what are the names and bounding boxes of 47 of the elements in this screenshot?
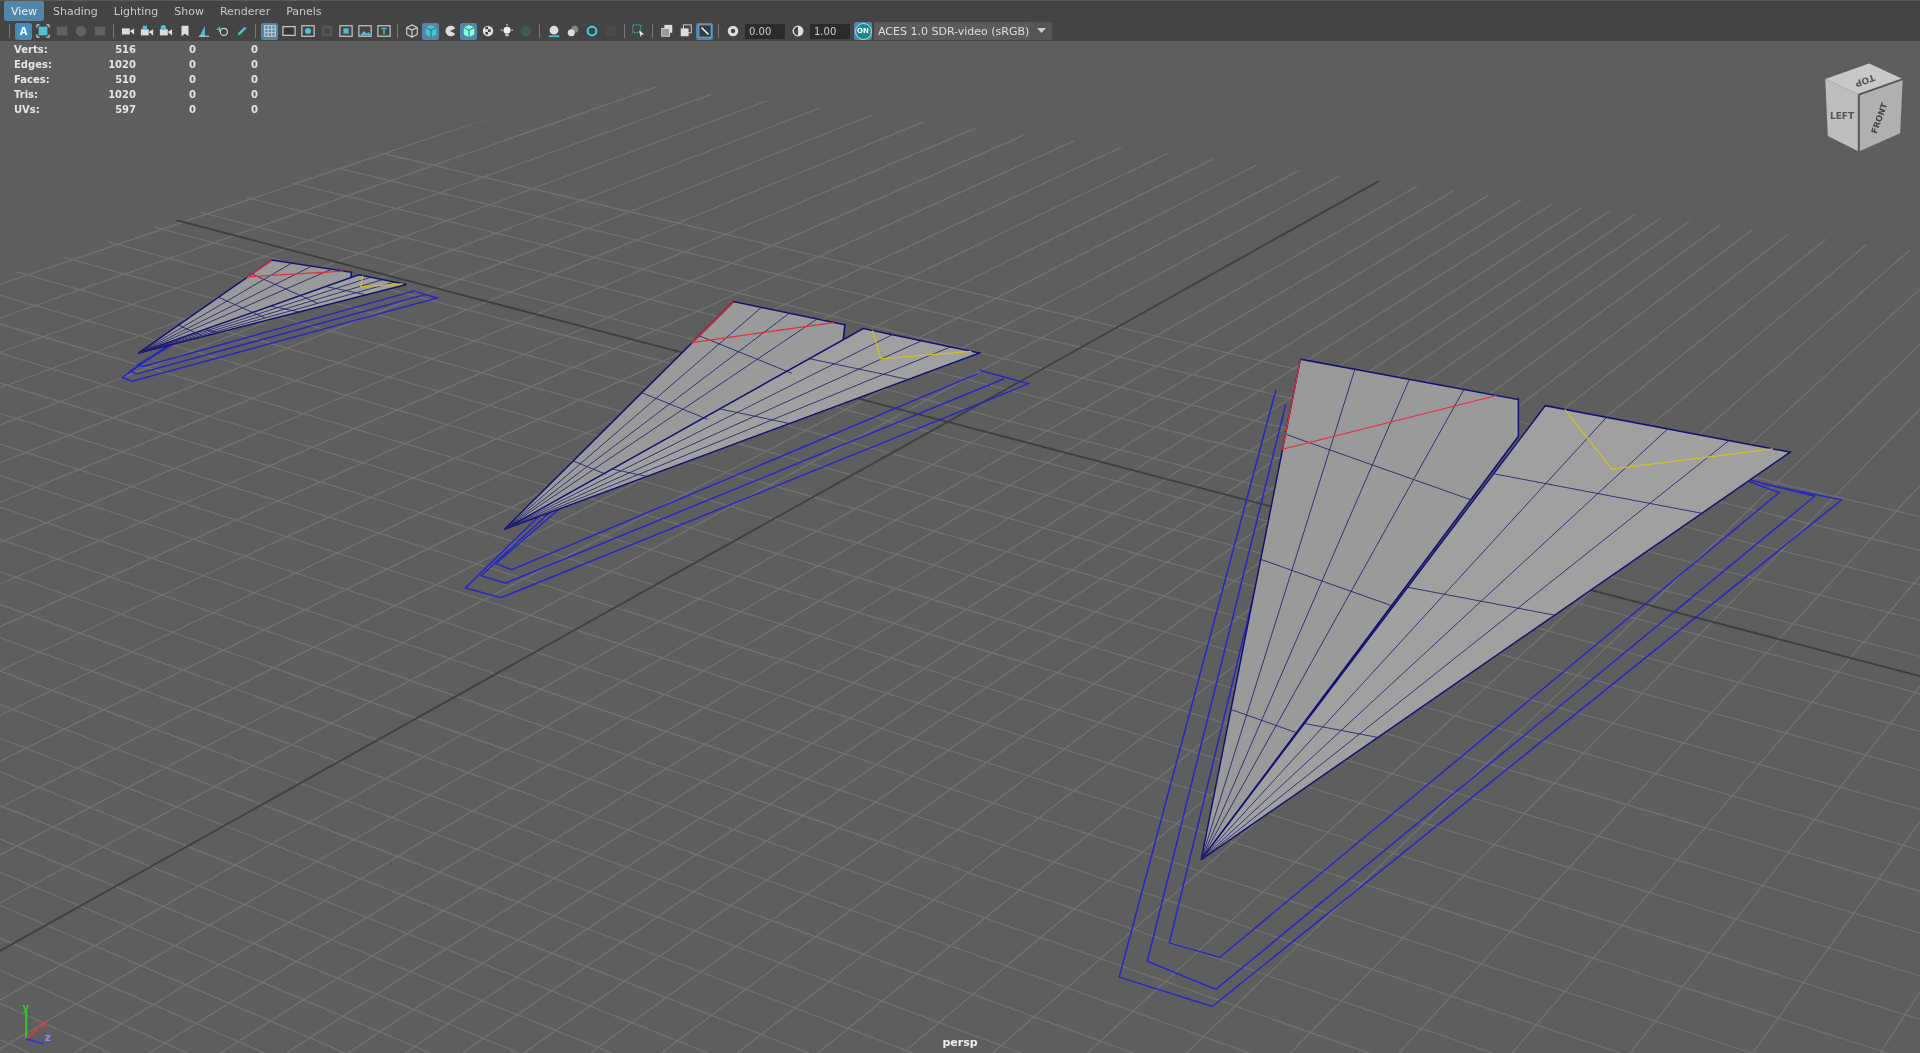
camera-label: persp — [942, 1036, 978, 1049]
stat-value: 0 — [250, 59, 258, 70]
stat-label: Tris: — [14, 89, 40, 100]
menu-item[interactable]: Shading — [46, 1, 105, 21]
toolbar-button[interactable]: A — [15, 22, 32, 40]
axis-label: y — [22, 1001, 29, 1013]
stat-label: Edges: — [14, 59, 53, 70]
stat-value: 516 — [114, 44, 136, 55]
cube-icon[interactable] — [460, 22, 477, 40]
menu-item[interactable]: View — [4, 1, 45, 21]
menu-item[interactable]: Show — [167, 1, 211, 21]
overlapping-squares-icon[interactable] — [658, 22, 675, 40]
wireframe-cube-icon[interactable] — [403, 22, 420, 40]
field-chart-icon[interactable] — [337, 22, 354, 40]
stat-value: 0 — [250, 74, 258, 85]
exposure-field[interactable]: 0.00 — [745, 23, 785, 39]
stat-value: 1020 — [107, 59, 136, 70]
menu-item[interactable]: Renderer — [212, 1, 278, 21]
cube-face-label[interactable]: LEFT — [1829, 111, 1855, 122]
stat-value: 0 — [250, 44, 258, 55]
menu-item[interactable]: Panels — [279, 1, 329, 21]
stat-value: 0 — [250, 89, 258, 100]
frame-icon[interactable] — [375, 22, 392, 40]
grid-icon[interactable] — [261, 22, 278, 40]
stat-value: 0 — [188, 59, 196, 70]
stat-value: 0 — [188, 89, 196, 100]
frame-icon[interactable] — [34, 22, 51, 40]
stat-label: Faces: — [14, 74, 51, 85]
stat-label: Verts: — [14, 44, 49, 55]
stat-value: 510 — [114, 74, 136, 85]
stat-value: 0 — [250, 104, 258, 115]
menu-item[interactable]: Lighting — [106, 1, 166, 21]
stat-value: 597 — [114, 104, 136, 115]
stat-label: UVs: — [14, 104, 41, 115]
axis-label: x — [39, 1018, 46, 1030]
cube-icon[interactable] — [422, 22, 439, 40]
stat-value: 0 — [188, 74, 196, 85]
stat-value: 1020 — [107, 89, 136, 100]
stat-value: 0 — [188, 44, 196, 55]
color-space-dropdown[interactable]: ACES 1.0 SDR-video (sRGB) — [874, 22, 1052, 40]
image-icon[interactable] — [356, 22, 373, 40]
caret-icon — [1036, 28, 1046, 34]
circle-gate-icon[interactable] — [299, 22, 316, 40]
axis-label: z — [44, 1031, 51, 1045]
gamma-field[interactable]: 1.00 — [810, 23, 850, 39]
stat-value: 0 — [188, 104, 196, 115]
cube-face-label[interactable]: TOP — [1853, 72, 1877, 89]
